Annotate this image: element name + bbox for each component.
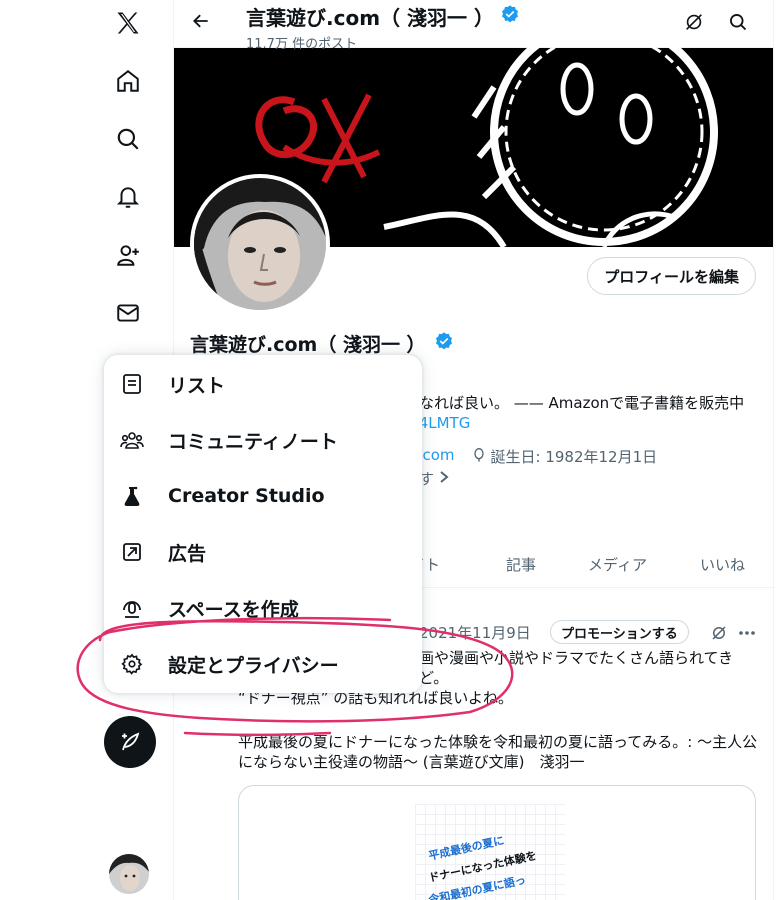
grok-icon[interactable]	[708, 622, 730, 644]
post-count: 11.7万 件のポスト	[246, 37, 358, 52]
menu-item-label: 設定とプライバシー	[168, 654, 339, 677]
home-icon[interactable]	[105, 58, 151, 104]
community-notes-icon	[120, 428, 144, 452]
settings-icon	[120, 652, 144, 676]
menu-item-label: Creator Studio	[168, 485, 325, 507]
balloon-icon	[471, 447, 487, 467]
menu-item-lists[interactable]: リスト	[104, 356, 422, 412]
menu-item-label: リスト	[168, 374, 226, 397]
header-title: 言葉遊び.com（ 淺羽一 ）	[246, 6, 494, 30]
notifications-icon[interactable]	[105, 174, 151, 220]
profile-avatar[interactable]	[190, 174, 330, 314]
profile-bio: になれば良い。 —— Amazonで電子書籍を販売中	[404, 394, 745, 412]
menu-item-creator-studio[interactable]: Creator Studio	[104, 468, 422, 524]
spaces-icon	[120, 596, 144, 620]
messages-icon[interactable]	[105, 290, 151, 336]
more-menu: リスト コミュニティノート Creator Studio 広告 スペースを作成 …	[104, 355, 422, 693]
verified-badge-icon	[500, 4, 520, 29]
link-card[interactable]: 平成最後の夏に ドナーになった体験を 令和最初の夏に語っ	[238, 785, 756, 900]
search-icon[interactable]	[105, 116, 151, 162]
ads-icon	[120, 540, 144, 564]
menu-item-create-space[interactable]: スペースを作成	[104, 580, 422, 636]
menu-item-label: 広告	[168, 542, 207, 565]
post-date: ・2021年11月9日	[404, 624, 531, 642]
profile-name: 言葉遊び.com（ 淺羽一 ）	[190, 334, 426, 356]
x-logo-icon[interactable]	[105, 0, 151, 46]
promote-button[interactable]: プロモーションする	[550, 620, 689, 644]
account-avatar[interactable]	[109, 854, 149, 894]
follow-icon[interactable]	[105, 232, 151, 278]
menu-item-label: コミュニティノート	[168, 430, 338, 453]
menu-item-label: スペースを作成	[168, 598, 299, 621]
post-text-line: にならない主役達の物語～ (言葉遊び文庫) 淺羽一	[238, 753, 585, 771]
profile-header-bar: 言葉遊び.com（ 淺羽一 ） 11.7万 件のポスト	[174, 0, 773, 52]
creator-studio-icon	[120, 484, 144, 508]
tab-articles[interactable]: 記事	[506, 540, 536, 588]
menu-item-community-notes[interactable]: コミュニティノート	[104, 412, 422, 468]
birthday: 誕生日: 1982年12月1日	[490, 448, 658, 466]
more-options-icon[interactable]	[736, 622, 758, 644]
compose-post-button[interactable]	[104, 716, 156, 768]
list-icon	[120, 372, 144, 396]
tab-media[interactable]: メディア	[588, 540, 647, 588]
grok-icon[interactable]	[680, 8, 708, 36]
tab-likes[interactable]: いいね	[700, 540, 745, 588]
menu-item-ads[interactable]: 広告	[104, 524, 422, 580]
edit-profile-button[interactable]: プロフィールを編集	[587, 257, 756, 295]
verified-badge-icon	[434, 331, 454, 356]
menu-item-settings[interactable]: 設定とプライバシー	[104, 636, 422, 692]
back-arrow-icon[interactable]	[188, 8, 214, 34]
post-text-line: 平成最後の夏にドナーになった体験を令和最初の夏に語ってみる。: ～主人公	[238, 733, 758, 751]
chevron-right-icon	[438, 470, 450, 488]
search-icon[interactable]	[724, 8, 752, 36]
post-text-line: 映画や漫画や小説やドラマでたくさん語られてき	[404, 649, 734, 667]
book-cover-image: 平成最後の夏に ドナーになった体験を 令和最初の夏に語っ	[415, 804, 565, 900]
